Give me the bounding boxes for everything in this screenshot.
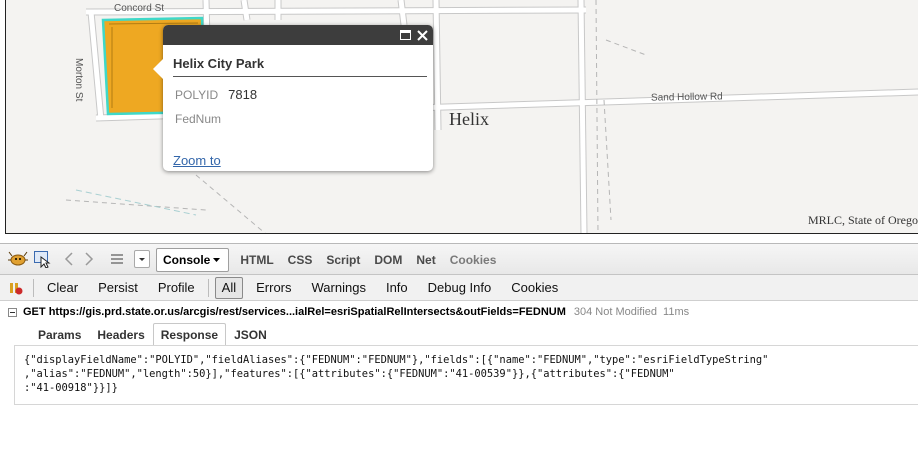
field-label: FedNum: [175, 112, 222, 126]
street-label-morton: Morton St: [73, 58, 84, 102]
close-icon[interactable]: [414, 27, 430, 43]
tab-headers[interactable]: Headers: [89, 323, 152, 345]
field-label: POLYID: [175, 88, 219, 102]
net-request-row[interactable]: GET https://gis.prd.state.or.us/arcgis/r…: [0, 302, 918, 322]
tab-html[interactable]: HTML: [233, 248, 280, 272]
tab-cookies[interactable]: Cookies: [443, 248, 504, 272]
zoom-to-link[interactable]: Zoom to: [173, 153, 221, 168]
tab-console-label: Console: [163, 253, 211, 267]
popup-field-polyid: POLYID 7818: [175, 87, 257, 102]
firebug-toolbar: Console HTML CSS Script DOM Net Cookies: [0, 243, 918, 275]
request-url-text: https://gis.prd.state.or.us/arcgis/rest/…: [48, 306, 566, 318]
break-on-error-icon[interactable]: [9, 280, 23, 296]
tab-json[interactable]: JSON: [226, 323, 275, 345]
tab-console[interactable]: Console: [156, 248, 230, 272]
tab-params[interactable]: Params: [30, 323, 89, 345]
tab-script[interactable]: Script: [319, 248, 367, 272]
inspect-element-icon[interactable]: [33, 250, 51, 269]
firebug-icon[interactable]: [8, 250, 28, 268]
street-label-concord: Concord St: [114, 3, 165, 14]
map-attribution: MRLC, State of Orego: [808, 213, 918, 227]
place-label: Helix: [449, 109, 489, 129]
chevron-down-icon: [213, 258, 221, 262]
chevron-down-icon[interactable]: [134, 250, 150, 268]
field-value: 7818: [228, 87, 258, 102]
collapse-icon[interactable]: [8, 307, 17, 317]
street-label-sand-hollow: Sand Hollow Rd: [650, 91, 723, 104]
request-method: GET: [23, 306, 46, 318]
maximize-icon[interactable]: [397, 27, 413, 43]
filter-debug-info-button[interactable]: Debug Info: [421, 277, 499, 299]
popup-pointer: [153, 59, 163, 79]
menu-list-icon[interactable]: [108, 250, 126, 268]
request-status: 304 Not Modified: [573, 306, 658, 318]
tab-dom[interactable]: DOM: [367, 248, 409, 272]
info-popup: Helix City Park POLYID 7818 FedNum Zoom t…: [153, 25, 433, 171]
toolbar-separator: [207, 278, 209, 297]
persist-button[interactable]: Persist: [91, 277, 145, 299]
request-time: 11ms: [663, 306, 690, 318]
response-body: {"displayFieldName":"POLYID","fieldAlias…: [14, 345, 918, 405]
forward-icon[interactable]: [80, 250, 98, 268]
toolbar-separator: [33, 278, 34, 297]
profile-button[interactable]: Profile: [151, 277, 202, 299]
back-icon[interactable]: [60, 250, 78, 268]
popup-field-fednum: FedNum: [175, 111, 231, 126]
tab-net[interactable]: Net: [409, 248, 442, 272]
popup-title: Helix City Park: [173, 56, 265, 71]
map-view[interactable]: Concord St Morton St Sand Hollow Rd Heli…: [5, 0, 918, 234]
tab-css[interactable]: CSS: [281, 248, 320, 272]
filter-all-button[interactable]: All: [214, 276, 244, 299]
filter-errors-button[interactable]: Errors: [249, 277, 298, 299]
tab-response[interactable]: Response: [152, 323, 227, 345]
popup-header: [163, 25, 433, 45]
clear-button[interactable]: Clear: [40, 277, 85, 299]
popup-divider: [173, 76, 427, 77]
panel-tabs: Console HTML CSS Script DOM Net Cookies: [156, 248, 503, 272]
request-url[interactable]: GET https://gis.prd.state.or.us/arcgis/r…: [23, 306, 566, 318]
response-tabs: Params Headers Response JSON: [30, 323, 275, 345]
filter-cookies-button[interactable]: Cookies: [504, 277, 565, 299]
console-toolbar: Clear Persist Profile All Errors Warning…: [0, 275, 918, 301]
filter-info-button[interactable]: Info: [379, 277, 415, 299]
filter-warnings-button[interactable]: Warnings: [305, 277, 373, 299]
